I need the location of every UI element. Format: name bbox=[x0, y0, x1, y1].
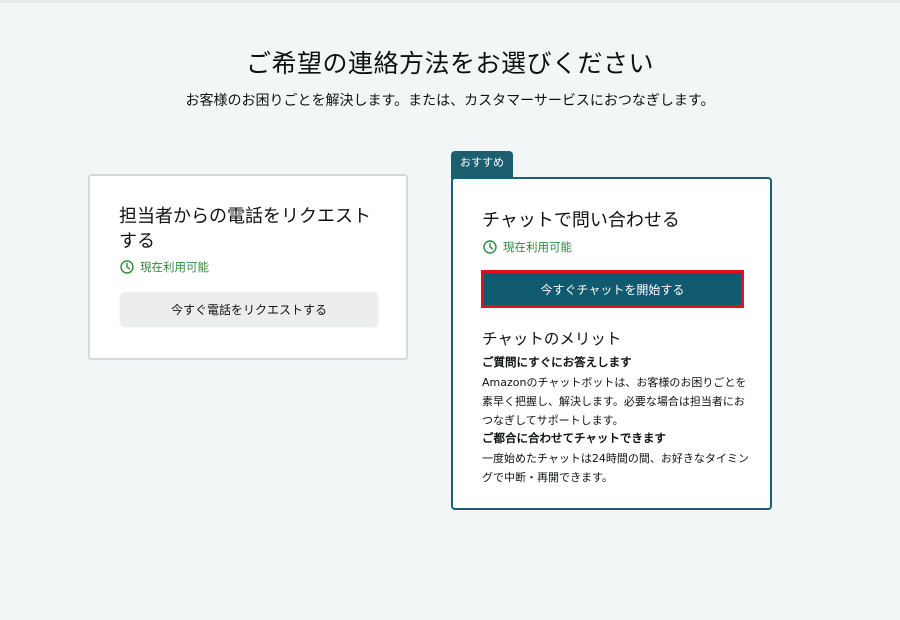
benefit-line: Amazonのチャットボットは、お客様のお困りごとを bbox=[482, 376, 747, 389]
benefit-heading: ご都合に合わせてチャットできます bbox=[482, 431, 666, 445]
phone-status-label: 現在利用可能 bbox=[140, 260, 209, 274]
phone-card-title-line1: 担当者からの電話をリクエスト bbox=[119, 206, 371, 227]
chat-status: 現在利用可能 bbox=[483, 239, 572, 255]
phone-status: 現在利用可能 bbox=[120, 259, 209, 275]
phone-request-card: 担当者からの電話をリクエスト する 現在利用可能 今すぐ電話をリクエストする bbox=[88, 174, 408, 360]
benefit-heading: ご質問にすぐにお答えします bbox=[482, 355, 632, 369]
start-chat-button[interactable]: 今すぐチャットを開始する bbox=[484, 273, 741, 305]
phone-card-title: 担当者からの電話をリクエスト する bbox=[119, 204, 371, 254]
clock-icon bbox=[483, 240, 497, 254]
chat-status-label: 現在利用可能 bbox=[503, 240, 572, 254]
benefits-title: チャットのメリット bbox=[482, 330, 622, 348]
clock-icon bbox=[120, 260, 134, 274]
phone-card-title-line2: する bbox=[119, 231, 155, 252]
benefit-line: 素早く把握し、解決します。必要な場合は担当者にお bbox=[482, 395, 745, 408]
request-call-button[interactable]: 今すぐ電話をリクエストする bbox=[120, 292, 378, 326]
chat-button-highlight: 今すぐチャットを開始する bbox=[481, 270, 744, 308]
benefit-body: 一度始めたチャットは24時間の間、お好きなタイミン グで中断・再開できます。 bbox=[482, 449, 752, 487]
benefit-item: ご都合に合わせてチャットできます 一度始めたチャットは24時間の間、お好きなタイ… bbox=[482, 430, 752, 487]
benefit-line: グで中断・再開できます。 bbox=[482, 471, 613, 484]
page-subtitle: お客様のお困りごとを解決します。または、カスタマーサービスにおつなぎします。 bbox=[185, 93, 715, 109]
benefit-item: ご質問にすぐにお答えします Amazonのチャットボットは、お客様のお困りごとを… bbox=[482, 354, 752, 430]
page-title: ご希望の連絡方法をお選びください bbox=[245, 49, 654, 78]
recommended-badge: おすすめ bbox=[451, 151, 513, 179]
benefit-body: Amazonのチャットボットは、お客様のお困りごとを 素早く把握し、解決します。… bbox=[482, 373, 752, 430]
chat-card-title: チャットで問い合わせる bbox=[482, 210, 680, 231]
chat-card: チャットで問い合わせる 現在利用可能 今すぐチャットを開始する チャットのメリッ… bbox=[451, 177, 772, 510]
benefit-line: 一度始めたチャットは24時間の間、お好きなタイミン bbox=[482, 452, 749, 465]
benefit-line: つなぎしてサポートします。 bbox=[482, 414, 624, 427]
top-divider bbox=[0, 0, 900, 3]
